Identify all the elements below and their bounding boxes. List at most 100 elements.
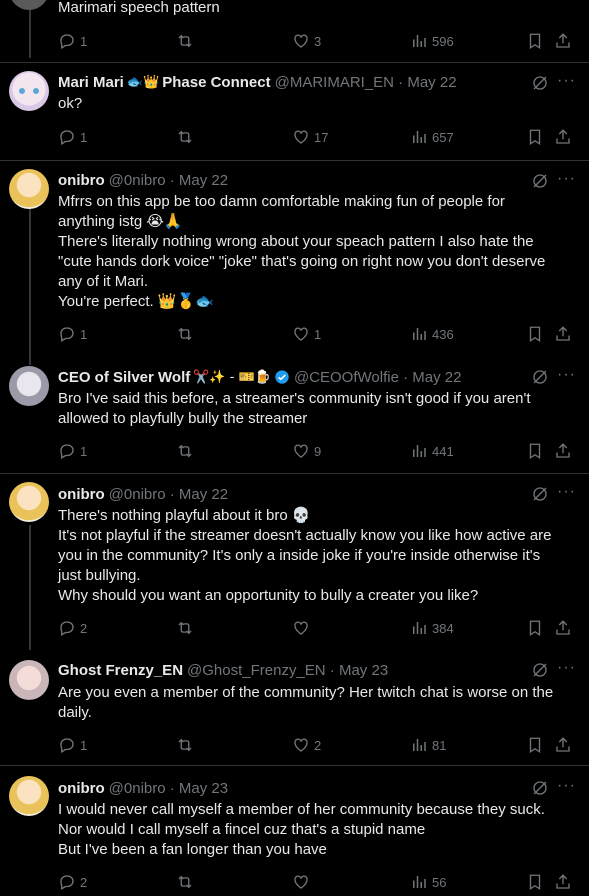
avatar[interactable] (9, 366, 49, 406)
like-button[interactable]: 1 (292, 324, 321, 344)
display-name[interactable]: onibro (58, 486, 105, 503)
display-name[interactable]: onibro (58, 780, 105, 797)
grok-icon[interactable] (531, 485, 549, 503)
views-button[interactable]: 384 (410, 618, 454, 638)
more-icon[interactable]: ··· (557, 171, 575, 189)
handle-and-date[interactable]: @0nibro · May 22 (109, 172, 228, 189)
more-icon[interactable]: ··· (557, 73, 575, 91)
reply-button[interactable]: 1 (58, 127, 87, 147)
share-icon (556, 33, 570, 48)
bookmark-button[interactable] (526, 127, 544, 147)
like-button[interactable]: 2 (292, 735, 321, 755)
grok-icon[interactable] (531, 661, 549, 679)
views-icon (413, 131, 426, 143)
like-button[interactable]: 3 (292, 31, 321, 51)
bookmark-button[interactable] (526, 441, 544, 461)
reply-icon (60, 621, 74, 636)
views-icon (413, 876, 426, 888)
tweet-text: I would never call myself a member of he… (58, 801, 545, 858)
display-name[interactable]: Ghost Frenzy_EN (58, 662, 183, 679)
tweet[interactable]: Marimari speech pattern 1 3 596 (0, 0, 589, 62)
bookmark-icon (529, 129, 541, 146)
share-icon (556, 737, 570, 752)
views-button[interactable]: 657 (410, 127, 454, 147)
share-button[interactable] (554, 872, 572, 892)
reply-button[interactable]: 2 (58, 618, 87, 638)
repost-button[interactable] (176, 618, 194, 638)
views-button[interactable]: 81 (410, 735, 446, 755)
like-button[interactable]: 9 (292, 441, 321, 461)
avatar[interactable] (9, 0, 49, 10)
tweet[interactable]: Mari Mari 🐟👑 Phase Connect @MARIMARI_EN … (0, 63, 589, 160)
repost-button[interactable] (176, 735, 194, 755)
tweet[interactable]: CEO of Silver Wolf ✂️✨ - 🎫🍺 @CEOOfWolfie… (0, 356, 589, 473)
tweet-actions: 1 3 596 (58, 31, 578, 51)
views-button[interactable]: 596 (410, 31, 454, 51)
tweet-header: Ghost Frenzy_EN @Ghost_Frenzy_EN · May 2… (58, 660, 388, 680)
handle-and-date[interactable]: @MARIMARI_EN · May 22 (275, 74, 457, 91)
handle-and-date[interactable]: @0nibro · May 23 (109, 780, 228, 797)
repost-button[interactable] (176, 127, 194, 147)
views-button[interactable]: 436 (410, 324, 454, 344)
like-button[interactable] (292, 872, 310, 892)
repost-button[interactable] (176, 441, 194, 461)
avatar[interactable] (9, 482, 49, 522)
reply-button[interactable]: 1 (58, 324, 87, 344)
handle-and-date[interactable]: @Ghost_Frenzy_EN · May 23 (187, 662, 388, 679)
repost-button[interactable] (176, 324, 194, 344)
bookmark-button[interactable] (526, 618, 544, 638)
reply-button[interactable]: 1 (58, 31, 87, 51)
share-button[interactable] (554, 735, 572, 755)
bookmark-icon (529, 874, 541, 891)
more-icon[interactable]: ··· (557, 367, 575, 385)
grok-icon[interactable] (531, 779, 549, 797)
avatar[interactable] (9, 776, 49, 816)
like-button[interactable]: 17 (292, 127, 328, 147)
like-button[interactable] (292, 618, 310, 638)
grok-icon[interactable] (531, 74, 549, 92)
grok-icon[interactable] (531, 172, 549, 190)
views-button[interactable]: 441 (410, 441, 454, 461)
handle-and-date[interactable]: @CEOOfWolfie · May 22 (294, 369, 462, 386)
verified-badge-icon[interactable] (274, 369, 290, 385)
handle-and-date[interactable]: @0nibro · May 22 (109, 486, 228, 503)
more-icon[interactable]: ··· (557, 778, 575, 796)
reply-button[interactable]: 1 (58, 735, 87, 755)
avatar[interactable] (9, 169, 49, 209)
tweet[interactable]: onibro @0nibro · May 22 ··· There's noth… (0, 474, 589, 650)
tweet[interactable]: onibro @0nibro · May 22 ··· Mfrrs on thi… (0, 161, 589, 356)
avatar[interactable] (9, 660, 49, 700)
reply-icon (60, 34, 74, 49)
tweet[interactable]: onibro @0nibro · May 23 ··· I would neve… (0, 766, 589, 896)
more-icon[interactable]: ··· (557, 484, 575, 502)
tweet-text: Marimari speech pattern (58, 0, 220, 16)
bookmark-button[interactable] (526, 324, 544, 344)
views-button[interactable]: 56 (410, 872, 446, 892)
repost-button[interactable] (176, 872, 194, 892)
views-icon (413, 328, 426, 340)
share-button[interactable] (554, 618, 572, 638)
tweet[interactable]: Ghost Frenzy_EN @Ghost_Frenzy_EN · May 2… (0, 650, 589, 765)
bookmark-button[interactable] (526, 735, 544, 755)
affiliation-name[interactable]: Phase Connect (162, 74, 270, 91)
share-button[interactable] (554, 441, 572, 461)
bookmark-button[interactable] (526, 872, 544, 892)
avatar[interactable] (9, 71, 49, 111)
grok-icon[interactable] (531, 368, 549, 386)
views-icon (413, 622, 426, 634)
reply-button[interactable]: 2 (58, 872, 87, 892)
repost-button[interactable] (176, 31, 194, 51)
share-icon (556, 620, 570, 635)
share-button[interactable] (554, 31, 572, 51)
more-icon[interactable]: ··· (557, 660, 575, 678)
share-button[interactable] (554, 324, 572, 344)
display-name[interactable]: CEO of Silver Wolf (58, 369, 190, 386)
reply-button[interactable]: 1 (58, 441, 87, 461)
heart-icon (294, 130, 308, 144)
heart-icon (294, 34, 308, 48)
display-name[interactable]: Mari Mari (58, 74, 124, 91)
share-button[interactable] (554, 127, 572, 147)
bookmark-button[interactable] (526, 31, 544, 51)
name-emoji: 🐟👑 (126, 74, 160, 90)
display-name[interactable]: onibro (58, 172, 105, 189)
